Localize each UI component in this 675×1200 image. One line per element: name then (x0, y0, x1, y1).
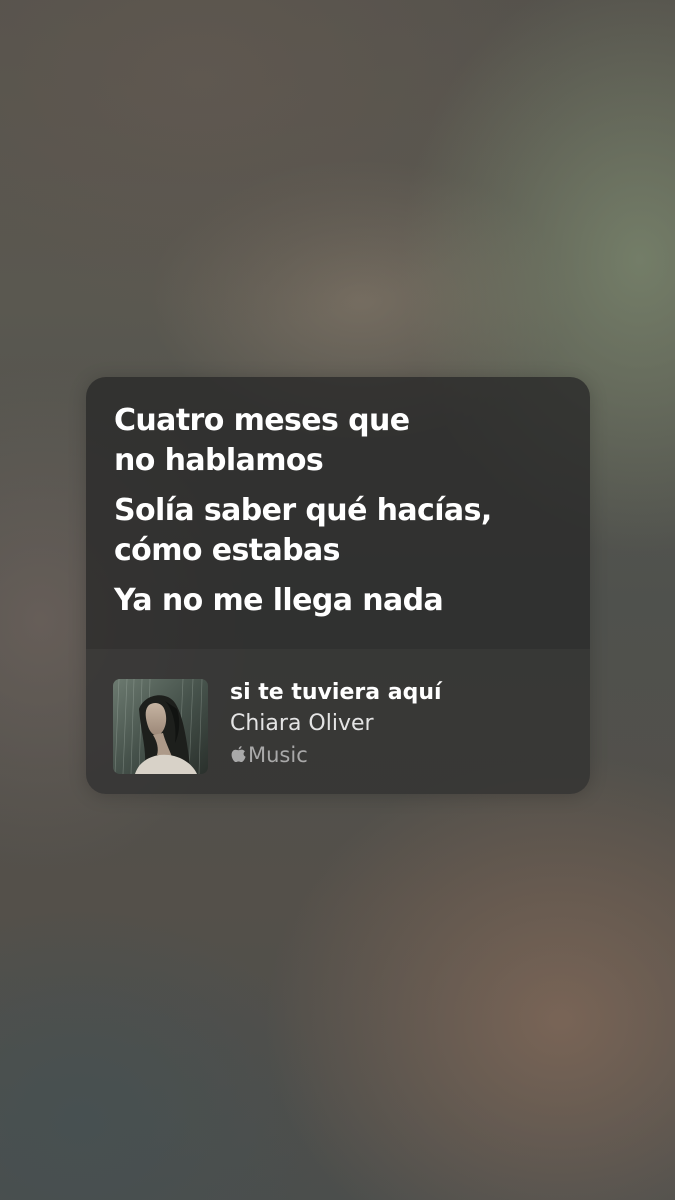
album-artwork (113, 679, 208, 774)
lyric-line: Cuatro meses que no hablamos (114, 403, 410, 478)
service-label: Music (248, 743, 308, 767)
lyrics-share-card[interactable]: Cuatro meses que no hablamos Solía saber … (86, 377, 590, 794)
apple-music-badge: Music (230, 741, 570, 769)
song-title: si te tuviera aquí (230, 680, 442, 705)
lyric-line: Solía saber qué hacías, cómo estabas (114, 493, 492, 568)
artist-name: Chiara Oliver (230, 711, 374, 736)
lyric-line: Ya no me llega nada (114, 583, 444, 618)
lyrics-block: Cuatro meses que no hablamos Solía saber … (114, 401, 564, 631)
apple-icon (231, 746, 246, 763)
track-info-panel[interactable]: si te tuviera aquí Chiara Oliver Music (86, 649, 590, 794)
track-info: si te tuviera aquí Chiara Oliver Music (230, 677, 570, 769)
